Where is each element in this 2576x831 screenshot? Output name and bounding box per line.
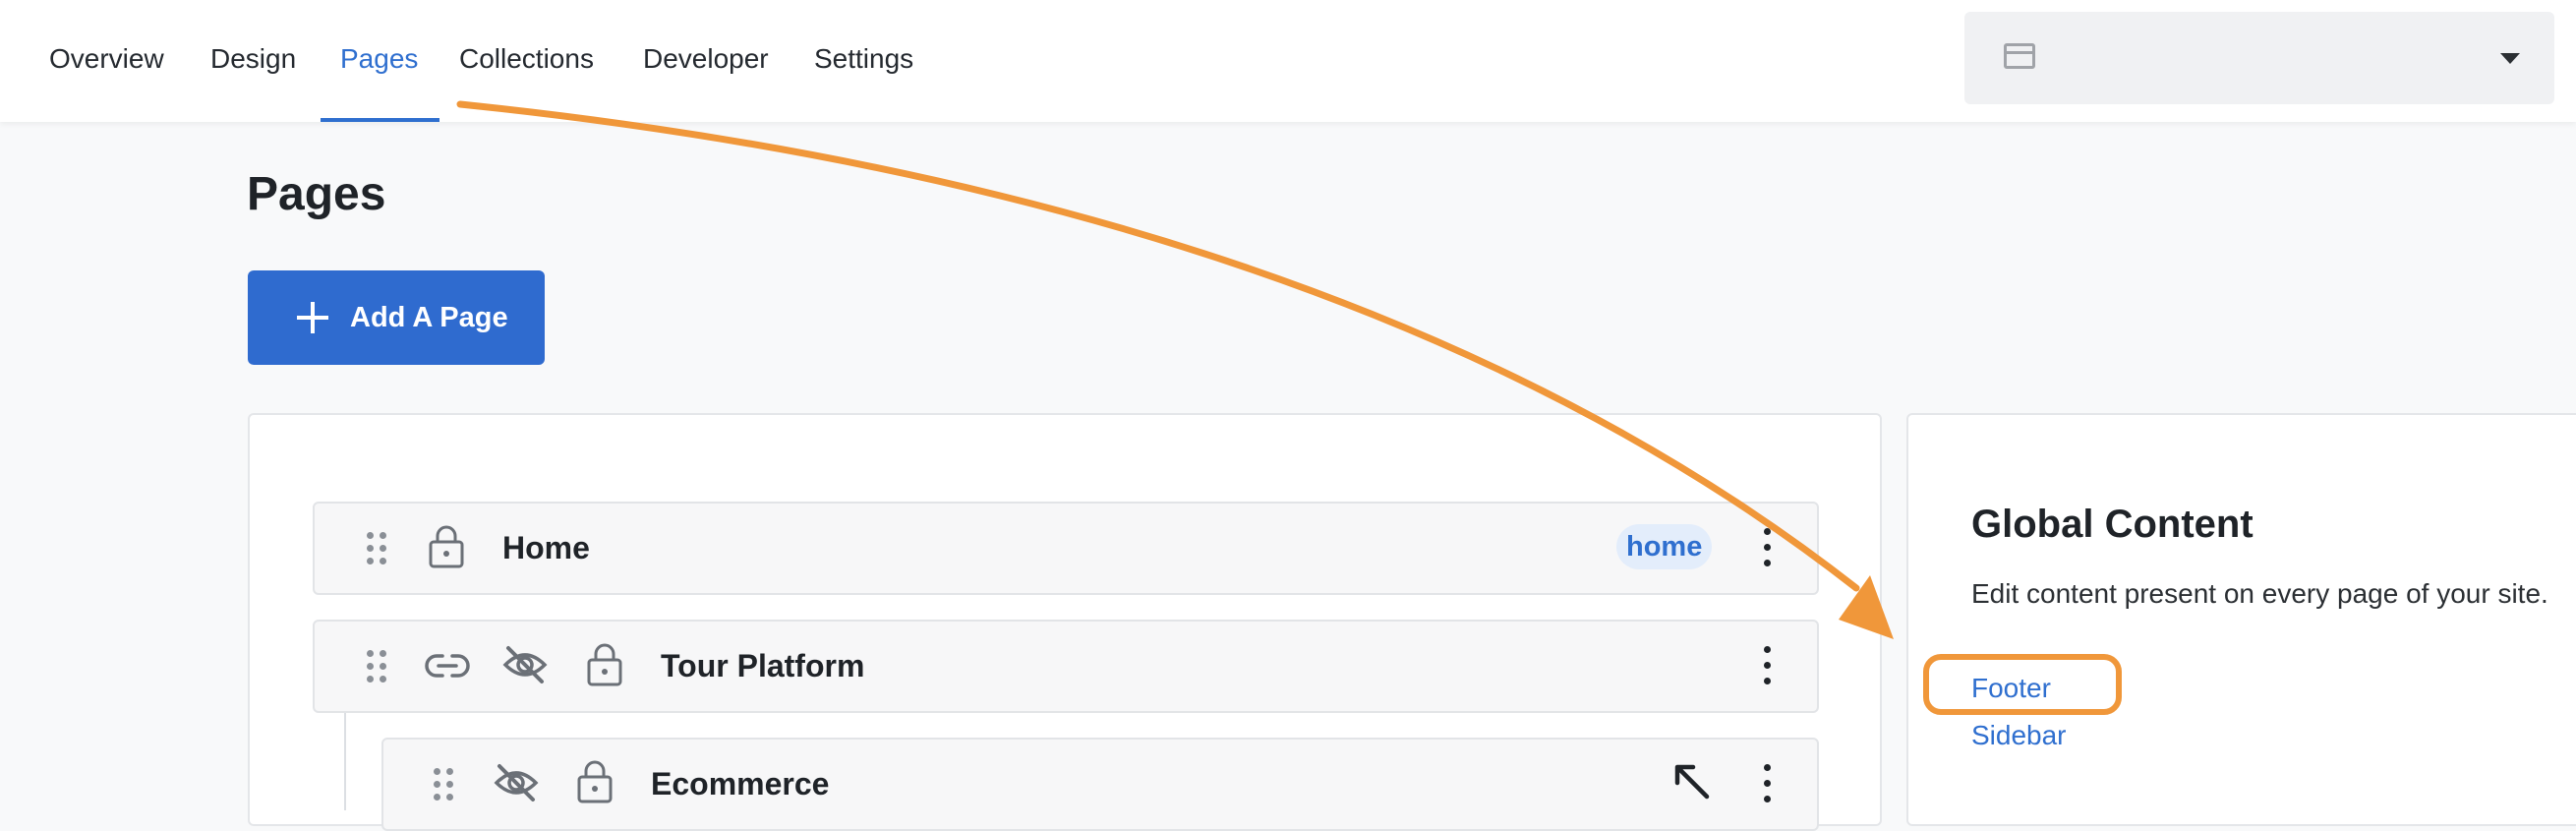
page-row-title: Tour Platform [661,648,865,683]
more-options-icon[interactable] [1762,764,1772,803]
tab-settings[interactable]: Settings [814,39,913,79]
eye-slash-icon [502,646,548,683]
page-row-title: Home [502,530,590,565]
page-row-title: Ecommerce [651,766,830,801]
tab-overview[interactable]: Overview [49,39,164,79]
tree-connector [344,712,346,810]
global-content-description: Edit content present on every page of yo… [1971,578,2548,609]
global-content-title: Global Content [1971,503,2254,546]
home-badge: home [1616,524,1713,569]
add-page-button-label: Add A Page [350,302,508,333]
drag-handle-icon[interactable] [367,650,388,683]
footer-highlight-annotation [1923,654,2122,715]
tab-developer[interactable]: Developer [643,39,769,79]
lock-icon [429,525,464,568]
top-navigation: Overview Design Pages Collections Develo… [0,0,2576,122]
lock-icon [577,760,613,803]
sidebar-link[interactable]: Sidebar [1971,718,2067,753]
lock-icon [587,643,622,686]
drag-handle-icon[interactable] [367,532,388,565]
global-content-card [1906,413,2576,826]
eye-slash-icon [494,764,539,801]
more-options-icon[interactable] [1762,646,1772,685]
link-icon [425,654,470,678]
site-selector-dropdown[interactable] [1964,12,2554,104]
tab-design[interactable]: Design [210,39,296,79]
add-page-button[interactable]: Add A Page [248,270,545,365]
mouse-cursor-icon [1674,764,1710,800]
tab-collections[interactable]: Collections [459,39,594,79]
more-options-icon[interactable] [1762,528,1772,567]
drag-handle-icon[interactable] [434,768,455,801]
chevron-down-icon [2500,53,2520,64]
page-title: Pages [247,168,386,220]
active-tab-indicator [321,118,439,122]
tab-pages[interactable]: Pages [340,39,418,79]
plus-icon [297,302,328,333]
window-icon [2004,43,2035,69]
